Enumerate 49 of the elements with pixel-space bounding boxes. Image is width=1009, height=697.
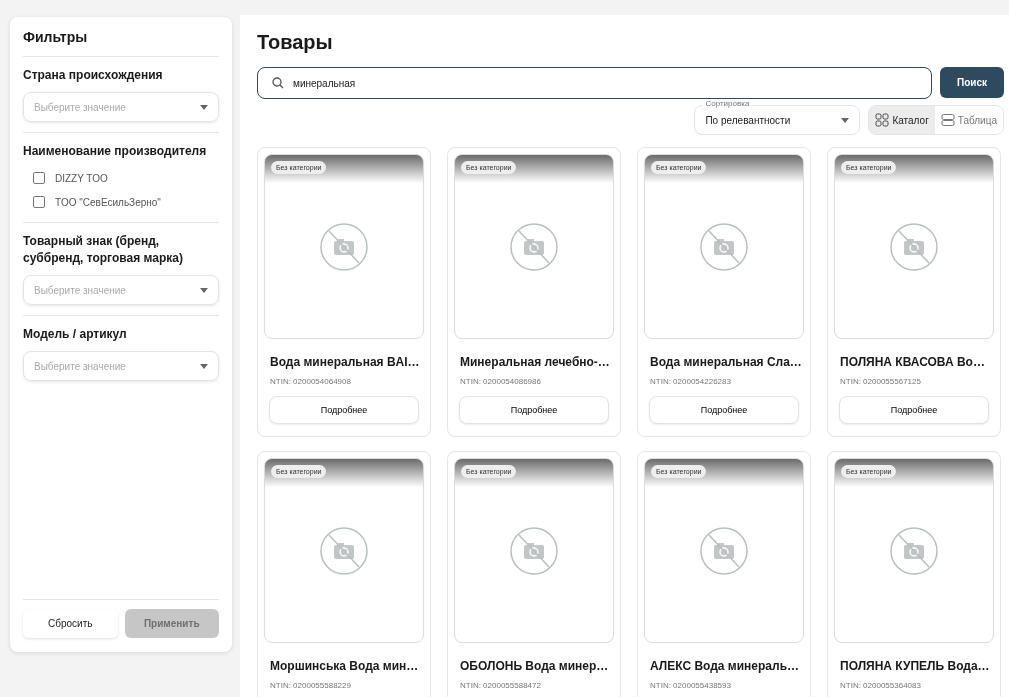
product-code: NTIN: 0200054064908 xyxy=(270,377,352,386)
product-code: NTIN: 0200054226283 xyxy=(650,377,732,386)
caret-icon xyxy=(200,104,208,110)
no-photo-icon xyxy=(509,221,559,272)
product-name: ОБОЛОНЬ Вода минер… xyxy=(460,659,610,673)
no-photo-icon xyxy=(509,525,559,576)
product-code: NTIN: 0200055588472 xyxy=(460,681,542,690)
product-code: NTIN: 0200054086986 xyxy=(460,377,542,386)
product-name: ПОЛЯНА КВАСОВА Во… xyxy=(840,355,986,369)
product-name: Вода минеральная BAI… xyxy=(270,355,421,369)
product-code: NTIN: 0200055364083 xyxy=(840,681,922,690)
rows-icon xyxy=(940,113,955,127)
details-button[interactable]: Подробнее xyxy=(839,396,989,424)
details-button[interactable]: Подробнее xyxy=(269,396,419,424)
details-button[interactable]: Подробнее xyxy=(649,396,799,424)
no-photo-icon xyxy=(699,221,749,272)
filter-label: Наименование производителя xyxy=(23,143,208,160)
product-name: АЛЕКС Вода минераль… xyxy=(650,659,801,673)
product-code: NTIN: 0200055588229 xyxy=(270,681,352,690)
product-name: Вода минеральная Сла… xyxy=(650,355,803,369)
view-tab[interactable]: Каталог xyxy=(869,106,935,134)
caret-icon xyxy=(200,287,208,293)
search-field[interactable]: минеральная xyxy=(257,67,932,99)
filter-label: Страна происхождения xyxy=(23,67,164,84)
search-icon xyxy=(272,77,284,89)
product-name: ПОЛЯНА КУПЕЛЬ Вода… xyxy=(840,659,991,673)
caret-icon xyxy=(200,363,208,369)
checkbox-label: DIZZY TOO xyxy=(55,172,108,184)
product-name: Минеральная лечебно-… xyxy=(460,355,611,369)
no-photo-icon xyxy=(319,525,369,576)
product-name: Моршинська Вода мин… xyxy=(270,659,420,673)
checkbox-label: TOO "СевЕсильЗерно" xyxy=(55,196,161,208)
details-button[interactable]: Подробнее xyxy=(459,396,609,424)
product-code: NTIN: 0200055438593 xyxy=(650,681,732,690)
grid-icon xyxy=(875,113,890,127)
search-button[interactable]: Поиск xyxy=(940,67,1004,98)
caret-icon xyxy=(841,117,850,123)
filter-label: Товарный знак (бренд, суббренд, торговая марка) xyxy=(23,233,184,267)
reset-button[interactable]: Сбросить xyxy=(23,609,118,638)
page-title: Товары xyxy=(257,31,334,54)
no-photo-icon xyxy=(319,221,369,272)
checkbox[interactable] xyxy=(33,172,45,184)
filters-title: Фильтры xyxy=(23,29,219,57)
checkbox[interactable] xyxy=(33,196,45,208)
product-code: NTIN: 0200055567125 xyxy=(840,377,922,386)
filter-label: Модель / артикул xyxy=(23,326,128,343)
no-photo-icon xyxy=(889,221,939,272)
no-photo-icon xyxy=(699,525,749,576)
no-photo-icon xyxy=(889,525,939,576)
